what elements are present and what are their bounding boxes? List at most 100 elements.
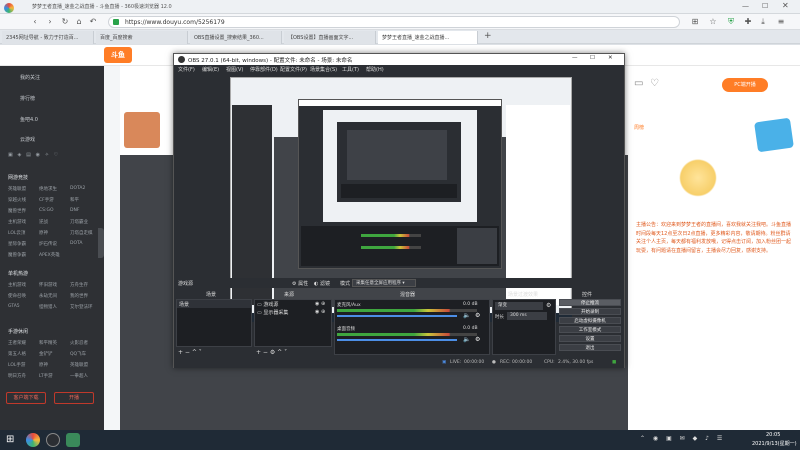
- sidebar-collapse-tab[interactable]: [98, 228, 104, 258]
- sidebar-category[interactable]: 明日方舟: [8, 373, 26, 379]
- menu-view[interactable]: 视图(V): [226, 66, 243, 73]
- sidebar-category[interactable]: GTA5: [8, 304, 20, 309]
- sidebar-category[interactable]: 原神: [39, 230, 48, 236]
- sidebar-category[interactable]: 一拳超人: [70, 373, 88, 379]
- mixer-settings-desktop-icon[interactable]: ⚙: [475, 336, 480, 343]
- sidebar-category[interactable]: 方舟生存: [70, 282, 88, 288]
- mode-select[interactable]: 采集任意全屏应用程序 ▾: [352, 279, 416, 287]
- properties-button[interactable]: ⚙ 属性: [292, 280, 308, 287]
- undo-icon[interactable]: ↶: [88, 17, 98, 27]
- sidebar-category[interactable]: 永劫无间: [39, 293, 57, 299]
- tray-icons[interactable]: ⌃ ◉ ▣ ✉ ◆ ♪ ☰: [640, 435, 725, 442]
- source-item-display[interactable]: ▭ 显示器采集 ◉ ⊕: [255, 308, 331, 316]
- sidebar-category[interactable]: 使命召唤: [8, 293, 26, 299]
- sidebar-category[interactable]: 王者荣耀: [8, 340, 26, 346]
- download-icon[interactable]: ⤓: [758, 17, 768, 27]
- exit-button[interactable]: 退出: [559, 344, 621, 351]
- shield-icon[interactable]: ⛨: [726, 17, 736, 27]
- url-input[interactable]: https://www.douyu.com/5256179: [108, 16, 680, 28]
- sidebar-category[interactable]: CF手游: [39, 197, 54, 203]
- sidebar-item-follow[interactable]: 我的关注: [20, 74, 40, 84]
- sidebar-category[interactable]: 原神: [39, 362, 48, 368]
- menu-profile[interactable]: 配置文件(P): [280, 66, 307, 73]
- tab-obs-settings[interactable]: 【OBS设置】直播画面文字...: [284, 31, 376, 44]
- forward-icon[interactable]: ›: [45, 17, 55, 27]
- sidebar-category[interactable]: 和平: [70, 197, 79, 203]
- sidebar-category[interactable]: LOL云顶: [8, 230, 25, 236]
- sidebar-category[interactable]: DOTA2: [70, 186, 85, 191]
- sources-list[interactable]: ▭ 游戏源 ◉ ⊕ ▭ 显示器采集 ◉ ⊕: [254, 299, 332, 347]
- sidebar-category[interactable]: LT手游: [39, 373, 53, 379]
- sidebar-category[interactable]: 第五人格: [8, 351, 26, 357]
- pc-live-button[interactable]: PC端开播: [722, 78, 768, 92]
- extension-icon[interactable]: ✚: [743, 17, 753, 27]
- scenes-toolbar[interactable]: + − ^ ˅: [178, 349, 202, 356]
- close-button[interactable]: ✕: [782, 1, 789, 10]
- tab-obs-search[interactable]: OBS直播设置_搜索结果_360...: [190, 31, 282, 44]
- new-tab-button[interactable]: +: [484, 31, 492, 41]
- sidebar-category[interactable]: LOL手游: [8, 362, 25, 368]
- sidebar-category[interactable]: 金铲铲: [39, 351, 53, 357]
- sidebar-category[interactable]: 怀旧游戏: [39, 282, 57, 288]
- transition-settings-icon[interactable]: ⚙: [546, 302, 551, 309]
- sidebar-category[interactable]: 刀塔霸业: [70, 219, 88, 225]
- grid-icon[interactable]: ⊞: [690, 17, 700, 27]
- obs-maximize-button[interactable]: ☐: [590, 55, 595, 61]
- sidebar-category[interactable]: 绝地求生: [39, 186, 57, 192]
- transition-select[interactable]: 渐变: [495, 302, 543, 310]
- sidebar-category[interactable]: 我的世界: [70, 293, 88, 299]
- sidebar-category[interactable]: 刀塔自走棋: [70, 230, 93, 236]
- taskbar-browser-icon[interactable]: [26, 433, 40, 447]
- follow-icon[interactable]: ▭: [634, 78, 643, 89]
- taskbar-app-icon[interactable]: [66, 433, 80, 447]
- mixer-mute-desktop-icon[interactable]: 🔈: [463, 336, 470, 343]
- sidebar-category[interactable]: 英雄联盟: [70, 362, 88, 368]
- taskbar-time[interactable]: 20:05: [766, 432, 780, 438]
- refresh-icon[interactable]: ↻: [60, 17, 70, 27]
- sidebar-category[interactable]: 和平精英: [39, 340, 57, 346]
- sidebar-item-yuba[interactable]: 鱼吧4.0: [20, 116, 38, 126]
- sidebar-category[interactable]: 星际争霸: [8, 241, 26, 247]
- sidebar-item-rank[interactable]: 排行榜: [20, 95, 35, 105]
- weekly-rank-tab[interactable]: 周榜: [634, 124, 644, 131]
- filters-button[interactable]: ◐ 滤镜: [314, 280, 330, 287]
- menu-icon[interactable]: ≡: [776, 17, 786, 27]
- virtual-camera-button[interactable]: 启动虚拟摄像机: [559, 317, 621, 324]
- stop-streaming-button[interactable]: 停止推流: [559, 299, 621, 306]
- back-icon[interactable]: ‹: [30, 17, 40, 27]
- maximize-button[interactable]: ☐: [762, 2, 768, 10]
- minimize-button[interactable]: —: [742, 2, 749, 10]
- studio-mode-button[interactable]: 工作室模式: [559, 326, 621, 333]
- settings-button[interactable]: 设置: [559, 335, 621, 342]
- taskbar-obs-icon[interactable]: [46, 433, 60, 447]
- mixer-mute-mic-icon[interactable]: 🔈: [463, 312, 470, 319]
- obs-minimize-button[interactable]: —: [572, 55, 578, 61]
- transition-duration-input[interactable]: 300 ms: [507, 312, 547, 320]
- menu-tools[interactable]: 工具(T): [342, 66, 359, 73]
- obs-close-button[interactable]: ✕: [608, 55, 613, 61]
- tab-2345[interactable]: 2345网址导航 - 致力于打造百...: [2, 31, 94, 44]
- windows-start-icon[interactable]: ⊞: [6, 434, 14, 445]
- sidebar-category[interactable]: QQ飞车: [70, 351, 86, 357]
- mixer-fader-mic[interactable]: [337, 315, 457, 317]
- client-download-button[interactable]: 客户端下载: [6, 392, 46, 404]
- menu-edit[interactable]: 编辑(E): [202, 66, 219, 73]
- sidebar-category[interactable]: 英雄联盟: [8, 186, 26, 192]
- sources-toolbar[interactable]: + − ⚙ ^ ˅: [256, 349, 287, 356]
- mixer-fader-desktop[interactable]: [337, 339, 457, 341]
- sidebar-category[interactable]: APEX英雄: [39, 252, 60, 258]
- scene-item[interactable]: 场景: [177, 300, 251, 308]
- promo-badge[interactable]: [754, 117, 794, 153]
- sidebar-category[interactable]: DOTA: [70, 241, 83, 246]
- sidebar-category[interactable]: 穿越火线: [8, 197, 26, 203]
- star-icon[interactable]: ☆: [708, 17, 718, 27]
- sidebar-category[interactable]: 逆战: [39, 219, 48, 225]
- sidebar-category[interactable]: DNF: [70, 208, 79, 213]
- sidebar-category[interactable]: CS:GO: [39, 208, 54, 213]
- sidebar-category[interactable]: 主机游戏: [8, 219, 26, 225]
- streamer-avatar[interactable]: [124, 112, 160, 148]
- start-recording-button[interactable]: 开始录制: [559, 308, 621, 315]
- mixer-settings-mic-icon[interactable]: ⚙: [475, 312, 480, 319]
- home-icon[interactable]: ⌂: [74, 17, 84, 27]
- like-icon[interactable]: ♡: [650, 78, 659, 89]
